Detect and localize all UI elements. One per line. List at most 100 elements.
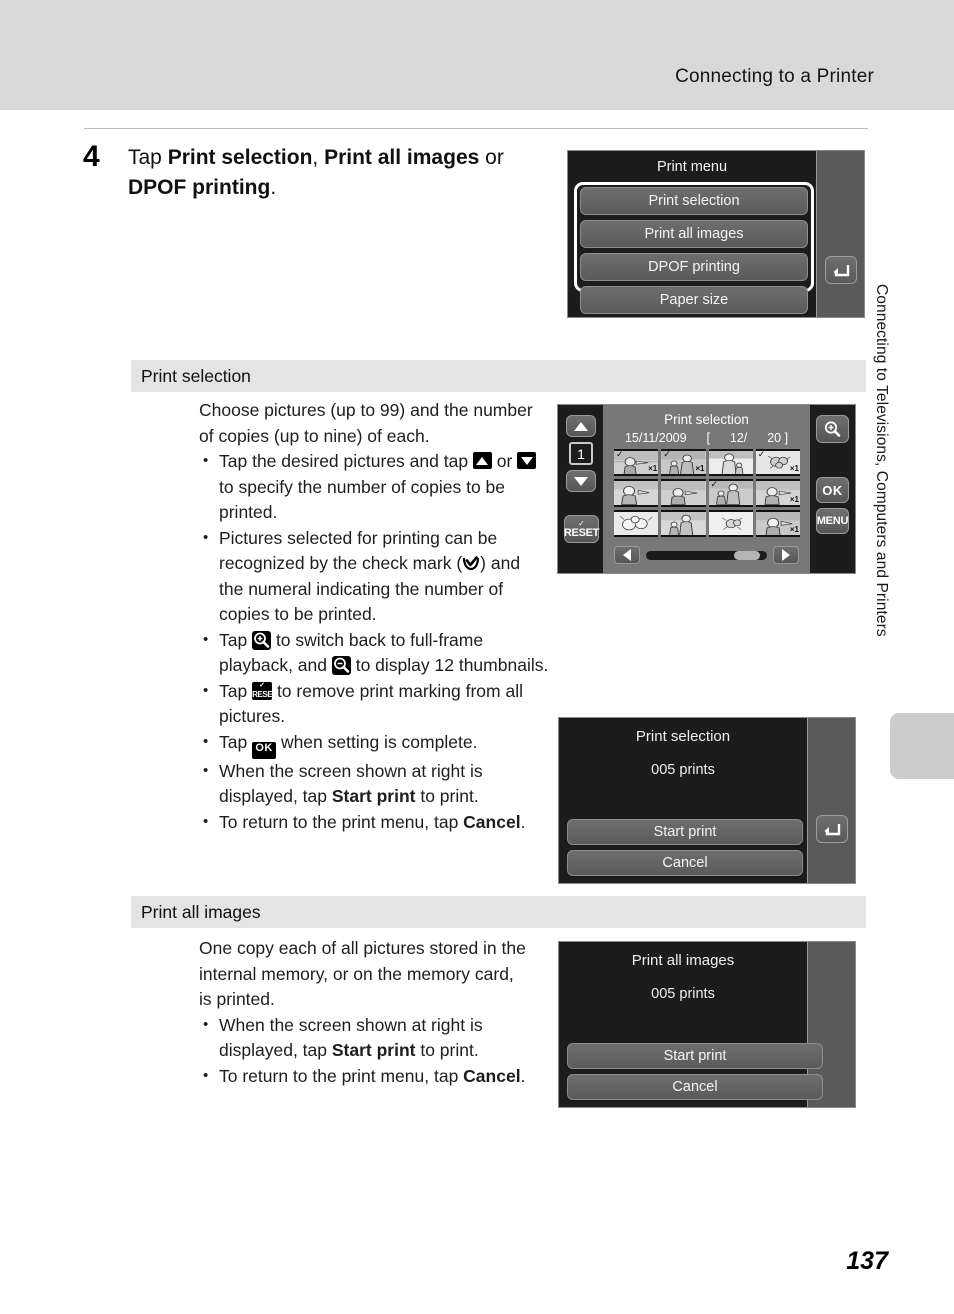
print-selection-intro: Choose pictures (up to 99) and the numbe… <box>199 400 533 446</box>
thumbnail-cell[interactable] <box>661 479 706 507</box>
step-instruction: Tap Print selection, Print all images or… <box>128 143 548 203</box>
bullet-text: or <box>491 451 518 471</box>
copies-up-button[interactable] <box>566 415 596 437</box>
thumbnail-cell[interactable]: ×1 <box>755 509 800 537</box>
print-all-images-confirm-screen: Print all images 005 prints Start print … <box>558 941 856 1108</box>
bullet-reset-marking: Tap ✓RESET to remove print marking from … <box>199 678 549 730</box>
thumbnail-check-icon: ✓ <box>710 479 719 490</box>
print-menu-item-paper-size[interactable]: Paper size <box>580 286 808 314</box>
thumbnail-cell[interactable] <box>614 509 659 537</box>
step-sep1: , <box>312 146 325 169</box>
thumbnail-copy-count: ×1 <box>789 525 799 534</box>
print-menu-screen: Print menu Print selection Print all ima… <box>567 150 865 318</box>
bullet-zoom-toggle: Tap to switch back to full-frame playbac… <box>199 627 549 679</box>
bullet-text: Tap <box>219 629 253 650</box>
chapter-tab-marker <box>890 713 954 779</box>
scroll-track[interactable] <box>646 550 767 560</box>
bullet-text: to specify the number of copies to be pr… <box>219 476 505 523</box>
print-selection-confirm-title: Print selection <box>635 728 731 745</box>
zoom-in-icon <box>252 630 272 650</box>
zoom-in-button[interactable] <box>816 415 849 443</box>
bullet-ok-complete: Tap OK when setting is complete. <box>199 729 549 759</box>
step-bold-print-selection: Print selection <box>167 146 313 169</box>
reset-button[interactable]: ✓ RESET <box>564 515 599 543</box>
bullet-text: . <box>520 1065 526 1086</box>
bullet-text: when setting is complete. <box>276 731 478 752</box>
print-selection-confirm-screen: Print selection 005 prints Start print C… <box>558 717 856 884</box>
bullet-start-print: When the screen shown at right is displa… <box>199 1012 529 1064</box>
start-print-button[interactable]: Start print <box>567 819 803 845</box>
print-selection-screen-title: Print selection <box>664 412 749 427</box>
scroll-left-arrow-icon[interactable] <box>614 546 640 564</box>
thumbnail-cell[interactable]: ×1 <box>755 479 800 507</box>
bullet-bold-start-print: Start print <box>331 1040 416 1060</box>
check-mark-icon <box>462 554 480 571</box>
menu-button[interactable]: MENU <box>816 508 849 534</box>
print-all-images-confirm-title: Print all images <box>631 952 735 969</box>
bullet-text: To return to the print menu, tap <box>219 811 464 832</box>
ok-icon: OK <box>252 741 277 759</box>
thumbnail-copy-count: ×1 <box>789 464 799 474</box>
thumbnail-cell[interactable]: ✓ ×1 <box>661 449 706 477</box>
step-bold-print-all: Print all images <box>324 146 480 169</box>
section-heading-print-selection-label: Print selection <box>141 365 251 386</box>
thumbnail-scrollbar[interactable] <box>614 545 799 565</box>
section-heading-print-all-images: Print all images <box>131 896 866 928</box>
scroll-right-arrow-icon[interactable] <box>773 546 799 564</box>
step-sep2: or <box>479 146 504 169</box>
thumbnail-cell[interactable]: ✓ <box>708 479 753 507</box>
cancel-button[interactable]: Cancel <box>567 1074 823 1100</box>
thumbnail-cell[interactable]: ✓ ×1 <box>614 449 659 477</box>
section-heading-print-all-images-label: Print all images <box>141 901 261 922</box>
bullet-bold-cancel: Cancel <box>463 811 521 832</box>
print-menu-item-print-selection[interactable]: Print selection <box>580 187 808 215</box>
bullet-text: . <box>520 811 526 832</box>
bullet-check-mark: Pictures selected for printing can be re… <box>199 525 549 628</box>
reset-check-glyph: ✓ <box>578 518 585 528</box>
print-selection-bracket-open: [ <box>706 431 710 445</box>
copies-counter: 1 <box>569 442 593 465</box>
reset-button-label: RESET <box>563 526 600 539</box>
bullet-bold-cancel: Cancel <box>463 1065 521 1086</box>
print-menu-item-dpof-printing[interactable]: DPOF printing <box>580 253 808 281</box>
running-head: Connecting to a Printer <box>675 66 874 87</box>
back-arrow-icon[interactable] <box>816 815 848 843</box>
cancel-button[interactable]: Cancel <box>567 850 803 876</box>
copies-down-button[interactable] <box>566 470 596 492</box>
thumbnail-cell[interactable] <box>661 509 706 537</box>
print-selection-bullet-list: Tap the desired pictures and tap or to s… <box>199 448 549 836</box>
start-print-button[interactable]: Start print <box>567 1043 823 1069</box>
bullet-cancel-return: To return to the print menu, tap Cancel. <box>199 809 549 836</box>
thumbnail-cell[interactable] <box>708 449 753 477</box>
bullet-start-print: When the screen shown at right is displa… <box>199 758 549 810</box>
print-selection-total: 20 ] <box>767 431 789 445</box>
print-all-images-bullet-list: When the screen shown at right is displa… <box>199 1012 529 1090</box>
print-selection-image-info: 15/11/2009 [ 12/ 20 ] <box>603 431 810 445</box>
bullet-cancel-return: To return to the print menu, tap Cancel. <box>199 1063 529 1090</box>
bullet-bold-start-print: Start print <box>331 786 416 806</box>
print-menu-item-print-all-images[interactable]: Print all images <box>580 220 808 248</box>
step-number: 4 <box>83 140 100 173</box>
print-selection-confirm-count: 005 prints <box>651 762 715 778</box>
print-menu-sidebar <box>816 151 864 317</box>
print-selection-body: Choose pictures (up to 99) and the numbe… <box>199 398 549 835</box>
step-lead: Tap <box>128 146 168 169</box>
bullet-text: to print. <box>415 786 479 806</box>
thumbnail-cell[interactable] <box>708 509 753 537</box>
thumbnail-copy-count: ×1 <box>648 464 658 474</box>
print-selection-current-index: 12/ <box>729 431 748 445</box>
page-header-band <box>0 0 954 110</box>
thumbnail-cell[interactable]: ✓ ×1 <box>755 449 800 477</box>
page-number: 137 <box>846 1247 888 1275</box>
bullet-text: Tap <box>219 680 253 701</box>
thumbnail-grid: ✓ ×1 ✓ ×1 ✓ ×1 ✓ ×1 ×1 <box>614 449 800 537</box>
ok-button[interactable]: OK <box>816 477 849 503</box>
print-all-images-body: One copy each of all pictures stored in … <box>199 936 529 1089</box>
step-bold-dpof: DPOF printing <box>128 176 271 199</box>
zoom-out-icon <box>331 656 351 675</box>
thumbnail-cell[interactable] <box>614 479 659 507</box>
bullet-text: to display 12 thumbnails. <box>350 655 549 675</box>
bullet-specify-copies: Tap the desired pictures and tap or to s… <box>199 448 549 526</box>
scroll-thumb[interactable] <box>734 550 760 560</box>
back-arrow-icon[interactable] <box>825 256 857 284</box>
